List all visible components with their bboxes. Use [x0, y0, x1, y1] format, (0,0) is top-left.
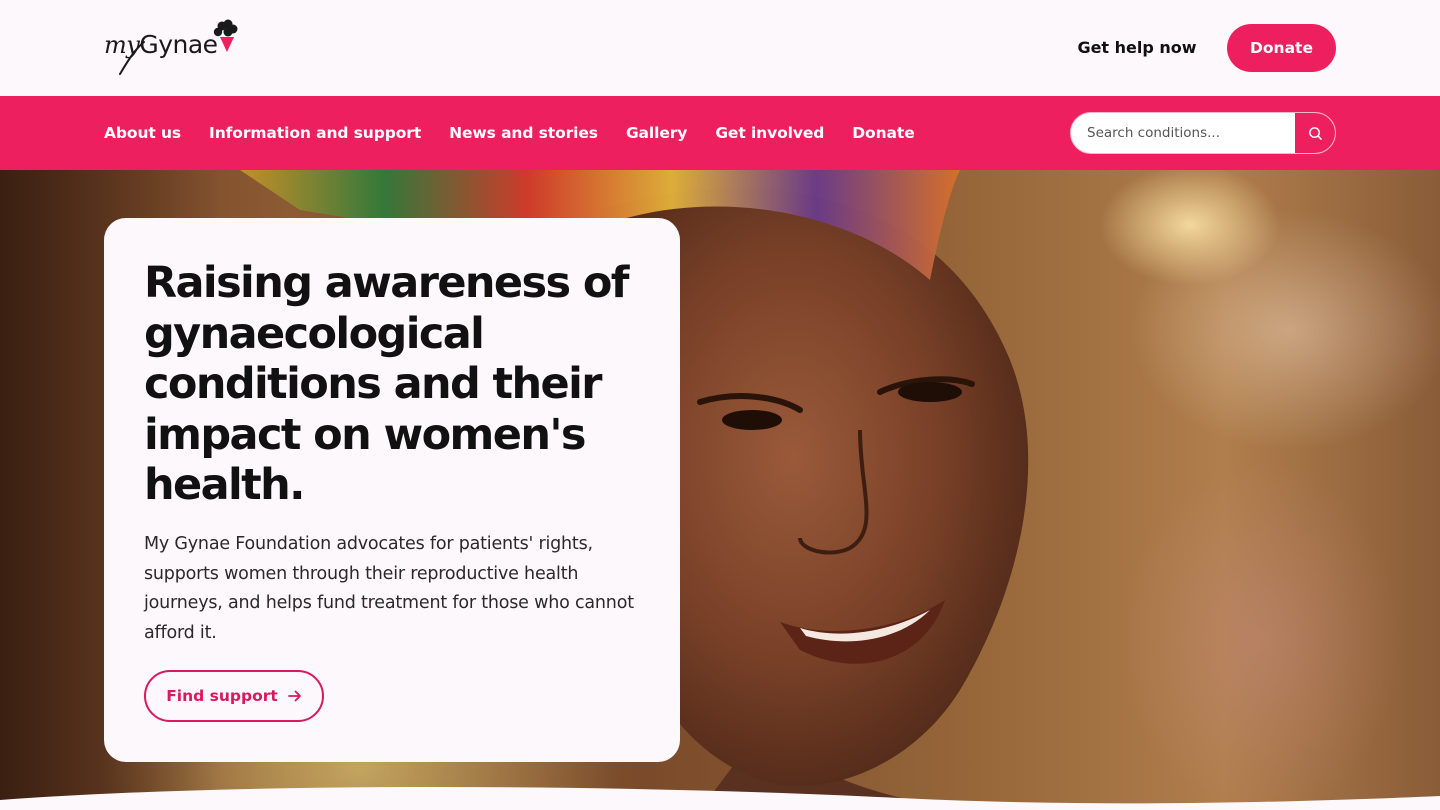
- hero-description: My Gynae Foundation advocates for patien…: [144, 534, 634, 643]
- nav-gallery[interactable]: Gallery: [626, 124, 687, 142]
- search-box: [1070, 112, 1336, 154]
- nav-get-involved[interactable]: Get involved: [715, 124, 824, 142]
- nav-item: Get involved: [715, 121, 824, 145]
- nav-item: About us: [104, 121, 181, 145]
- site-header: myGynae Get help now Donate: [0, 0, 1440, 96]
- hero-card: Raising awareness of gynaecological cond…: [104, 218, 680, 762]
- hero-section: Raising awareness of gynaecological cond…: [0, 170, 1440, 810]
- nav-item: Gallery: [626, 121, 687, 145]
- nav-news-and-stories[interactable]: News and stories: [449, 124, 598, 142]
- find-support-label: Find support: [166, 687, 278, 705]
- nav-information-and-support[interactable]: Information and support: [209, 124, 421, 142]
- nav-item: News and stories: [449, 121, 598, 145]
- nav-donate[interactable]: Donate: [852, 124, 914, 142]
- nav-about-us[interactable]: About us: [104, 124, 181, 142]
- main-nav: About us Information and support News an…: [0, 96, 1440, 170]
- site-logo[interactable]: myGynae: [104, 18, 238, 78]
- arrow-right-icon: [287, 690, 301, 702]
- find-support-button[interactable]: Find support: [144, 670, 324, 722]
- search-input[interactable]: [1071, 113, 1295, 153]
- logo-brand: Gynae: [139, 30, 218, 59]
- search-icon: [1308, 126, 1322, 140]
- nav-item: Information and support: [209, 121, 421, 145]
- nav-item: Donate: [852, 121, 914, 145]
- logo-my: my: [104, 31, 140, 59]
- logo-wordmark: myGynae: [104, 30, 218, 59]
- get-help-link[interactable]: Get help now: [1073, 36, 1201, 60]
- hero-title: Raising awareness of gynaecological cond…: [144, 258, 629, 510]
- search-button[interactable]: [1295, 113, 1335, 153]
- hero-bottom-wave: [0, 787, 1440, 810]
- donate-button[interactable]: Donate: [1227, 24, 1336, 72]
- nav-list: About us Information and support News an…: [104, 121, 915, 145]
